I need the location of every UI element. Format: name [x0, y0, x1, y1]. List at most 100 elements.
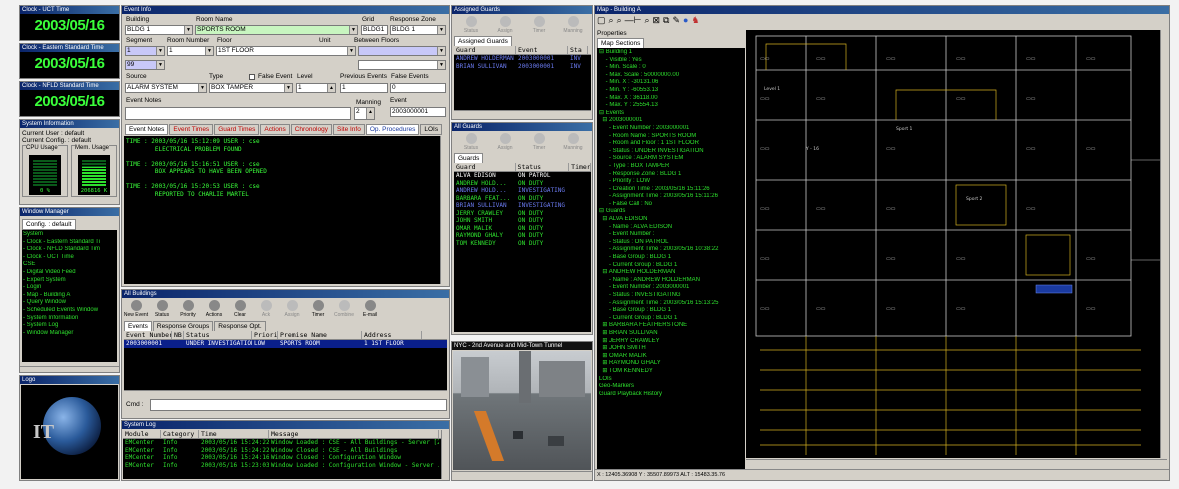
table-row[interactable]: BARBARA FEAT... ON DUTY	[454, 195, 591, 203]
tab-event-times[interactable]: Event Times	[169, 124, 214, 135]
grid-select[interactable]: BLDG1	[361, 25, 388, 35]
tree-node[interactable]: - Room and Floor : 1 1ST FLOOR	[599, 140, 743, 148]
zoom-icon[interactable]: ⌕	[609, 15, 614, 26]
assign-button[interactable]: Assign	[279, 300, 305, 318]
table-row[interactable]: BRIAN SULLIVAN INVESTIGATING	[454, 202, 591, 210]
tree-node[interactable]: - Current Group : BLDG 1	[599, 262, 743, 270]
tab-actions[interactable]: Actions	[260, 124, 290, 135]
window-list-item[interactable]: - Scheduled Events Window	[23, 307, 116, 315]
manning-button[interactable]: Manning	[556, 16, 590, 34]
status-button[interactable]: Status	[454, 133, 488, 151]
extra-field[interactable]: 99 ▼	[125, 60, 165, 70]
tree-node[interactable]: - Max. Scale : 50000000.00	[599, 72, 743, 80]
manning-button[interactable]: Manning	[556, 133, 590, 151]
tree-node[interactable]: - Base Group : BLDG 1	[599, 307, 743, 315]
clear-button[interactable]: Clear	[227, 300, 253, 318]
tree-node[interactable]: - Priority : LOW	[599, 178, 743, 186]
floor-plan-canvas[interactable]: ▭▭ ▭▭ ▭▭ ▭▭ ▭▭ ▭▭ ▭▭ ▭▭ ▭▭ ▭▭ ▭▭ ▭▭ ▭▭ ▭▭ ▭▭ ▭▭ ▭▭ ▭▭…	[746, 30, 1167, 458]
cmd-input[interactable]	[150, 399, 447, 411]
manning-stepper[interactable]: 2 ▲	[354, 107, 375, 120]
column-header-priority[interactable]: Priority	[252, 331, 278, 339]
tree-node[interactable]: Guard Playback History	[599, 391, 743, 399]
select-icon[interactable]: ⊠	[653, 15, 661, 26]
table-row[interactable]: ANDREW HOLD... ON DUTY	[454, 180, 591, 188]
map-hscroll[interactable]	[746, 459, 1167, 468]
tree-node[interactable]: ⊟ 2003000001	[599, 117, 743, 125]
tree-node[interactable]: ⊞ RAYMOND GHALY	[599, 360, 743, 368]
window-manager-hscroll[interactable]	[20, 366, 119, 372]
between-floors-second[interactable]: ▼	[358, 60, 446, 70]
ruler-icon[interactable]: —⊢	[625, 15, 642, 26]
window-list-item[interactable]: - System Information	[23, 315, 116, 323]
tab-site-info[interactable]: Site Info	[332, 124, 365, 135]
table-row[interactable]: JERRY CRAWLEY ON DUTY	[454, 210, 591, 218]
window-list-item[interactable]: - Query Window	[23, 299, 116, 307]
segment-select[interactable]: 1 ▼	[125, 46, 165, 56]
system-log-scrollbar[interactable]	[441, 430, 448, 479]
table-row[interactable]: RAYMOND GHALY ON DUTY	[454, 232, 591, 240]
tree-node[interactable]: ⊞ BARBARA FEATHERSTONE	[599, 322, 743, 330]
window-list-item[interactable]: CSE	[23, 261, 116, 269]
floor-select[interactable]: 1ST FLOOR ▼	[216, 46, 356, 56]
globe-icon[interactable]: ●	[683, 15, 688, 26]
tree-node[interactable]: - Name : ALVA EDISON	[599, 224, 743, 232]
tab-event-notes[interactable]: Event Notes	[125, 124, 169, 135]
window-list-item[interactable]: - Expert System	[23, 277, 116, 285]
tab-guard-times[interactable]: Guard Times	[214, 124, 260, 135]
video-hscroll[interactable]	[452, 471, 592, 480]
assign-button[interactable]: Assign	[488, 133, 522, 151]
column-header-guard[interactable]: Guard	[454, 163, 516, 171]
tree-node[interactable]: - Max. X : 36118.00	[599, 95, 743, 103]
tree-node[interactable]: - Event Number :	[599, 231, 743, 239]
column-header-nb[interactable]: NB	[172, 331, 184, 339]
response-zone-select[interactable]: BLDG 1 ▼	[390, 25, 446, 35]
table-row[interactable]: 2003000001 UNDER INVESTIGATION LOW SPORTS R…	[124, 340, 447, 348]
ack-button[interactable]: Ack	[253, 300, 279, 318]
combine-button[interactable]: Combine	[331, 300, 357, 318]
copy-icon[interactable]: ⧉	[663, 15, 669, 26]
assigned-guards-hscroll[interactable]	[454, 110, 591, 117]
table-row[interactable]: TOM KENNEDY ON DUTY	[454, 240, 591, 248]
between-floors-select[interactable]: ▼	[358, 46, 446, 56]
column-header-module[interactable]: Module	[123, 430, 161, 438]
window-list-item[interactable]: - Map - Building A	[23, 292, 116, 300]
priority-button[interactable]: Priority	[175, 300, 201, 318]
tree-node[interactable]: - Min. Scale : 0	[599, 64, 743, 72]
tree-node[interactable]: ⊞ TOM KENNEDY	[599, 368, 743, 376]
tree-node[interactable]: - Assignment Time : 2003/05/16 15:11:26	[599, 193, 743, 201]
tree-node[interactable]: - Max. Y : 25554.13	[599, 102, 743, 110]
column-header-event-number[interactable]: Event Number	[124, 331, 172, 339]
column-header-time[interactable]: Time	[199, 430, 269, 438]
table-row[interactable]: OMAR MALIK ON DUTY	[454, 225, 591, 233]
tree-node[interactable]: - Min. X : -30131.06	[599, 79, 743, 87]
tree-node[interactable]: - Name : ANDREW HOLDERMAN	[599, 277, 743, 285]
tree-node[interactable]: - Current Group : BLDG 1	[599, 315, 743, 323]
window-list-item[interactable]: - Login	[23, 284, 116, 292]
table-row[interactable]: ANDREW HOLD... INVESTIGATING	[454, 187, 591, 195]
column-header-sta[interactable]: Sta	[568, 46, 588, 54]
actions-button[interactable]: Actions	[201, 300, 227, 318]
level-stepper[interactable]: 1 ▲	[296, 83, 336, 93]
tree-node[interactable]: ⊞ OMAR MALIK	[599, 353, 743, 361]
tree-node[interactable]: - Event Number : 2003000001	[599, 125, 743, 133]
room-name-select[interactable]: SPORTS ROOM ▼	[195, 25, 358, 35]
tree-node[interactable]: - Status : UNDER INVESTIGATION	[599, 148, 743, 156]
window-list-item[interactable]: - Digital Video Feed	[23, 269, 116, 277]
window-list-item[interactable]: System	[23, 231, 116, 239]
building-select[interactable]: BLDG 1 ▼	[125, 25, 193, 35]
window-list-item[interactable]: - Window Manager	[23, 330, 116, 338]
table-row[interactable]: ALVA EDISON ON PATROL	[454, 172, 591, 180]
table-row[interactable]: JOHN SMITH ON DUTY	[454, 217, 591, 225]
table-row[interactable]: BRIAN SULLIVAN 2003000001 INV	[454, 63, 591, 71]
tree-node[interactable]: ⊟ ALVA EDISON	[599, 216, 743, 224]
column-header-timer[interactable]: Timer	[569, 163, 592, 171]
room-number-select[interactable]: 1 ▼	[167, 46, 214, 56]
event-notes-input[interactable]	[125, 107, 351, 120]
status-button[interactable]: Status	[149, 300, 175, 318]
tree-node[interactable]: ⊞ JOHN SMITH	[599, 345, 743, 353]
tree-node[interactable]: - Visible : Yes	[599, 57, 743, 65]
status-button[interactable]: Status	[454, 16, 488, 34]
tab-chronology[interactable]: Chronology	[290, 124, 332, 135]
table-row[interactable]: ANDREW HOLDERMAN 2003000001 INV	[454, 55, 591, 63]
column-header-guard[interactable]: Guard	[454, 46, 516, 54]
